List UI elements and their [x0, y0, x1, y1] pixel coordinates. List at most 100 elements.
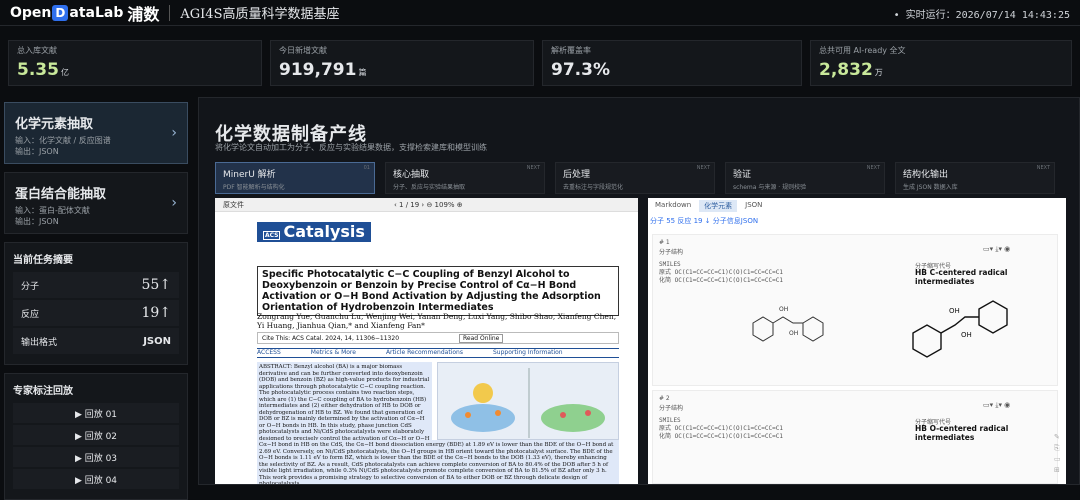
page-title: AGI4S高质量科学数据基座 — [180, 7, 340, 22]
step-name: 验证 — [733, 170, 752, 180]
stat-ai-ready: 总共可用 AI-ready 全文 2,832 万 — [810, 40, 1072, 86]
chevron-right-icon: › — [171, 125, 177, 141]
brand-text: Open — [10, 4, 52, 21]
summary-row-molecules: 分子 55↑ — [13, 272, 179, 298]
stat-value: 2,832 — [819, 60, 873, 80]
step-desc: PDF 智能解析与结构化 — [223, 184, 285, 191]
brand-text-2: ataLab — [69, 4, 124, 21]
brand-chinese: 浦数 — [127, 4, 160, 24]
paper-abstract: ABSTRACT: Benzyl alcohol (BA) is a major… — [257, 362, 432, 440]
main-panel: 化学数据制备产线 将化学论文自动加工为分子、反应与实验结果数据，支撑检索建库和模… — [198, 97, 1080, 485]
recs-link[interactable]: Article Recommendations — [386, 349, 463, 356]
tab-chem-elements[interactable]: 化学元素 — [699, 200, 738, 212]
record-number: # 1 — [659, 239, 670, 246]
stat-label: 总共可用 AI-ready 全文 — [819, 46, 906, 55]
pipeline-steps: MinerU 解析 PDF 智能解析与结构化 01 核心抽取 分子、反应与实验结果抽取… — [215, 162, 1055, 194]
structure-thumbnail: OH OH — [752, 306, 824, 342]
paper-title: Specific Photocatalytic C−C Coupling of … — [257, 266, 619, 316]
cite-text: Cite This: ACS Catal. 2024, 14, 11306−11… — [262, 335, 400, 342]
task-input: 输入：蛋白-配体文献 — [15, 206, 90, 215]
step-name: 结构化输出 — [903, 170, 949, 180]
smiles-label: SMILES — [659, 261, 681, 268]
step-desc: 生成 JSON 数据入库 — [903, 184, 958, 191]
step-mineru[interactable]: MinerU 解析 PDF 智能解析与结构化 01 — [215, 162, 375, 194]
stats-row: 总入库文献 5.35 亿 今日新增文献 919,791 篇 解析覆盖率 97.3% … — [8, 40, 1072, 86]
step-desc: 分子、反应与实验结果抽取 — [393, 184, 466, 191]
sidebar: 化学元素抽取 输入：化学文献 / 反应图谱 输出：JSON › 蛋白结合能抽取 输… — [4, 102, 188, 500]
step-desc: 去重标注与字段规范化 — [563, 184, 624, 191]
record-tool-icons[interactable]: ▭▾ ⤓▾ ◉ — [983, 401, 1010, 410]
side-tool-icons[interactable]: ✎ ⎘ ▭ ⊞ — [1054, 432, 1061, 476]
smiles-simplified: 化简 OC(C1=CC=CC=C1)C(O)C1=CC=CC=C1 — [659, 433, 783, 440]
step-num: 01 — [363, 165, 370, 171]
view-tabs: Markdown 化学元素 JSON — [650, 200, 767, 212]
step-num: NEXT — [526, 165, 540, 171]
expert-playback: 专家标注回放 ▶ 回放 01 ▶ 回放 02 ▶ 回放 03 ▶ 回放 04 — [4, 373, 188, 500]
stat-total-docs: 总入库文献 5.35 亿 — [8, 40, 262, 86]
metrics-link[interactable]: Metrics & More — [311, 349, 356, 356]
task-card-chemistry[interactable]: 化学元素抽取 输入：化学文献 / 反应图谱 输出：JSON › — [4, 102, 188, 164]
step-desc: schema 与来源 · 规则校验 — [733, 184, 807, 191]
playback-item[interactable]: ▶ 回放 01 — [13, 403, 179, 423]
molecule-name: HB O-centered radical intermediates — [915, 424, 1009, 442]
brand-logo[interactable]: Open D ataLab 浦数 — [10, 1, 159, 25]
stat-value: 919,791 — [279, 60, 357, 80]
record-kind: 分子结构 — [659, 405, 684, 412]
tab-markdown[interactable]: Markdown — [650, 200, 696, 212]
acs-badge: ACS — [263, 231, 281, 240]
svg-text:OH: OH — [961, 331, 972, 339]
step-output[interactable]: 结构化输出生成 JSON 数据入库 NEXT — [895, 162, 1055, 194]
playback-item[interactable]: ▶ 回放 04 — [13, 469, 179, 489]
playback-item[interactable]: ▶ 回放 03 — [13, 447, 179, 467]
tab-json[interactable]: JSON — [740, 200, 767, 212]
summary-value: 19↑ — [141, 305, 171, 321]
record-tool-icons[interactable]: ▭▾ ⤓▾ ◉ — [983, 245, 1010, 254]
summary-label: 反应 — [21, 309, 40, 320]
smiles-raw: 原式 OC(C1=CC=CC=C1)C(O)C1=CC=CC=C1 — [659, 269, 783, 276]
access-bar: ACCESS Metrics & More Article Recommendati… — [257, 348, 619, 358]
svg-text:OH: OH — [779, 306, 788, 313]
step-num: NEXT — [1036, 165, 1050, 171]
step-postprocess[interactable]: 后处理 去重标注与字段规范化 NEXT — [555, 162, 715, 194]
step-validate[interactable]: 验证 schema 与来源 · 规则校验 NEXT — [725, 162, 885, 194]
task-input: 输入：化学文献 / 反应图谱 — [15, 136, 111, 145]
stat-coverage: 解析覆盖率 97.3% — [542, 40, 802, 86]
task-card-protein[interactable]: 蛋白结合能抽取 输入：蛋白-配体文献 输出：JSON › — [4, 172, 188, 234]
structure-image: OH OH — [912, 300, 1008, 358]
pdf-pager[interactable]: ‹ 1 / 19 › ⊖ 109% ⊕ — [394, 201, 463, 209]
playback-title: 专家标注回放 — [13, 386, 73, 397]
toc-figure-svg — [451, 368, 605, 438]
task-output: 输出：JSON — [15, 147, 59, 156]
extraction-counts[interactable]: 分子 55 反应 19 ↓ 分子信息JSON — [650, 216, 758, 226]
pdf-toolbar: 原文件 ‹ 1 / 19 › ⊖ 109% ⊕ — [215, 198, 638, 212]
support-link[interactable]: Supporting Information — [493, 349, 563, 356]
pdf-label: 原文件 — [223, 200, 244, 209]
summary-value: 55↑ — [141, 277, 171, 293]
task-title: 化学元素抽取 — [15, 117, 94, 132]
sun-icon — [473, 383, 493, 403]
molecule-record: # 1 分子结构 ▭▾ ⤓▾ ◉ SMILES 原式 OC(C1=CC=CC=C… — [652, 234, 1058, 386]
read-online-button[interactable]: Read Online — [459, 334, 504, 343]
access-label: ACCESS — [257, 349, 281, 356]
smiles-block: SMILES 原式 OC(C1=CC=CC=C1)C(O)C1=CC=CC=C1… — [659, 261, 783, 285]
smiles-block: SMILES 原式 OC(C1=CC=CC=C1)C(O)C1=CC=CC=C1… — [659, 417, 783, 441]
summary-label: 分子 — [21, 281, 40, 292]
summary-value: JSON — [143, 335, 171, 347]
step-extract[interactable]: 核心抽取 分子、反应与实验结果抽取 NEXT — [385, 162, 545, 194]
molecule-record: # 2 分子结构 ▭▾ ⤓▾ ◉ SMILES 原式 OC(C1=CC=CC=C… — [652, 390, 1058, 484]
pdf-viewer[interactable]: 原文件 ‹ 1 / 19 › ⊖ 109% ⊕ ACS Catalysis Spe… — [215, 198, 638, 484]
journal-name: Catalysis — [283, 222, 365, 241]
chevron-right-icon: › — [171, 195, 177, 211]
summary-row-reactions: 反应 19↑ — [13, 300, 179, 326]
svg-text:OH: OH — [789, 330, 798, 337]
stat-unit: 篇 — [358, 68, 367, 77]
stat-new-today: 今日新增文献 919,791 篇 — [270, 40, 534, 86]
smiles-raw: 原式 OC(C1=CC=CC=C1)C(O)C1=CC=CC=C1 — [659, 425, 783, 432]
playback-item[interactable]: ▶ 回放 02 — [13, 425, 179, 445]
svg-text:OH: OH — [949, 307, 960, 315]
summary-title: 当前任务摘要 — [13, 255, 73, 266]
pipeline-subtitle: 将化学论文自动加工为分子、反应与实验结果数据，支撑检索建库和模型训练 — [215, 143, 487, 152]
journal-logo: ACS Catalysis — [257, 222, 371, 242]
stat-unit: 万 — [874, 68, 883, 77]
smiles-label: SMILES — [659, 417, 681, 424]
